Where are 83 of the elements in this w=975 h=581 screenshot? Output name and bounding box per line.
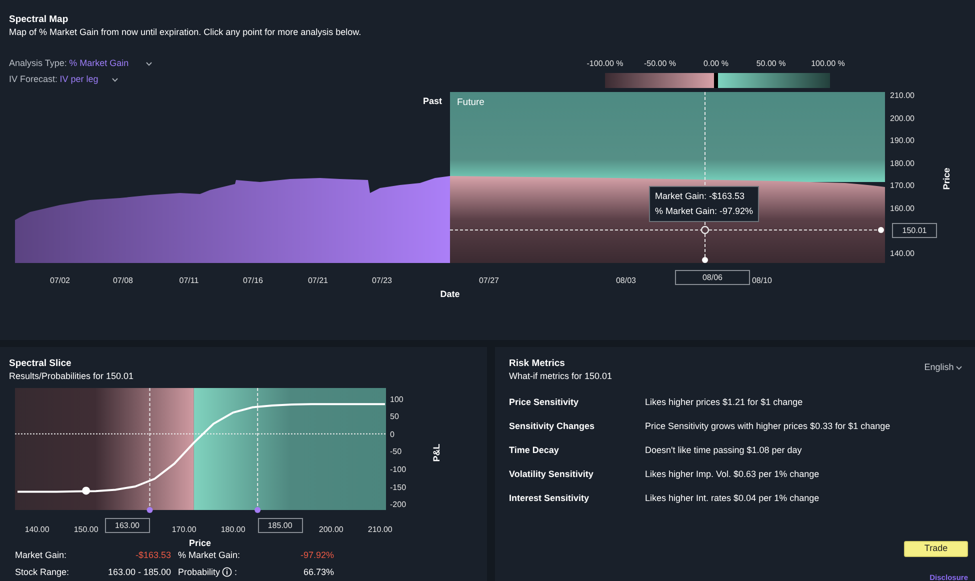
metric-value: Likes higher prices $1.21 for $1 change xyxy=(645,396,803,410)
panel-subtitle: What-if metrics for 150.01 xyxy=(509,370,612,382)
axis-tick: 140.00 xyxy=(24,524,50,536)
axis-tick: 150.00 xyxy=(74,524,98,536)
legend-label: -50.00 % xyxy=(644,58,676,70)
stat-value: -$163.53 xyxy=(134,549,171,562)
metric-value: Price Sensitivity grows with higher prices $0.33 for $1 change xyxy=(645,420,890,434)
axis-tick: 08/03 xyxy=(616,275,636,287)
stat-value: 66.73% xyxy=(302,566,334,578)
axis-tick: 200.00 xyxy=(318,524,344,536)
metric-label: Time Decay xyxy=(509,444,560,458)
axis-tick: 170.00 xyxy=(890,180,914,192)
metric-value: Likes higher Int. rates $0.04 per 1% change xyxy=(645,492,820,506)
axis-tick: 07/21 xyxy=(308,275,328,287)
axis-tick: 200.00 xyxy=(890,112,914,125)
caret-icon xyxy=(956,366,962,370)
axis-tick: 08/10 xyxy=(752,275,772,287)
axis-title: P&L xyxy=(430,444,442,462)
stat-value: -97.92% xyxy=(299,549,334,562)
stat-label: : xyxy=(234,566,238,578)
axis-tick: 100 xyxy=(390,394,404,406)
axis-tick: 07/27 xyxy=(478,275,500,287)
control-label: Analysis Type: xyxy=(9,57,67,70)
metric-label: Price Sensitivity xyxy=(509,396,580,410)
tooltip-text: Market Gain: -$163.53 xyxy=(655,190,746,203)
axis-tick: 160.00 xyxy=(890,203,914,215)
metric-label: Sensitivity Changes xyxy=(509,420,596,434)
axis-tick: 07/16 xyxy=(242,275,264,287)
stat-value: 163.00 - 185.00 xyxy=(106,566,171,578)
legend-label: 100.00 % xyxy=(811,58,845,70)
stat-label: Market Gain: xyxy=(15,549,68,562)
legend-label: 0.00 % xyxy=(704,58,728,70)
panel-subtitle: Results/Probabilities for 150.01 xyxy=(9,370,135,382)
panel-title: Spectral Map xyxy=(9,14,70,26)
axis-tick: 50 xyxy=(390,411,399,424)
panel-title: Risk Metrics xyxy=(509,358,566,370)
legend-label: 50.00 % xyxy=(756,58,786,70)
axis-tick: 170.00 xyxy=(172,524,196,536)
axis-tick: 210.00 xyxy=(890,90,914,102)
dropdown[interactable]: IV per leg xyxy=(60,73,118,87)
chart-label: Past xyxy=(423,95,442,108)
dropdown[interactable]: % Market Gain xyxy=(69,57,152,71)
axis-tick: 190.00 xyxy=(890,135,914,147)
date-value-box: 08/06 xyxy=(675,270,750,285)
axis-tick: -200 xyxy=(390,499,406,512)
trade-button[interactable]: Trade xyxy=(904,541,968,556)
range-value-box: 185.00 xyxy=(258,518,303,533)
caret-icon xyxy=(146,62,152,66)
axis-tick: -150 xyxy=(390,482,406,494)
range-handle[interactable] xyxy=(146,507,153,513)
metric-label: Volatility Sensitivity xyxy=(509,468,594,482)
control-label: IV Forecast: xyxy=(9,73,58,86)
metric-value: Doesn't like time passing $1.08 per day xyxy=(645,444,802,458)
axis-tick: 180.00 xyxy=(220,524,246,536)
marker-dot xyxy=(82,486,90,495)
tooltip-text: % Market Gain: -97.92% xyxy=(655,205,754,218)
axis-tick: 180.00 xyxy=(890,158,914,170)
legend-label: -100.00 % xyxy=(586,58,624,70)
axis-title: Price xyxy=(188,537,212,550)
axis-tick: 140.00 xyxy=(890,248,914,260)
axis-tick: 07/02 xyxy=(50,275,70,287)
axis-tick: 07/08 xyxy=(112,275,134,287)
stat-label: Stock Range: xyxy=(15,566,70,579)
range-value-box: 163.00 xyxy=(104,518,150,533)
axis-tick: 07/11 xyxy=(179,275,199,287)
metric-label: Interest Sensitivity xyxy=(509,492,590,506)
axis-title: Date xyxy=(440,288,460,301)
axis-title: Price xyxy=(940,168,952,190)
axis-tick: -100 xyxy=(390,464,406,476)
range-handle[interactable] xyxy=(254,507,261,513)
axis-tick: 210.00 xyxy=(368,524,392,536)
chart-label: Future xyxy=(457,96,484,110)
axis-tick: 07/23 xyxy=(372,275,392,287)
panel-subtitle: Map of % Market Gain from now until expiration. Click any point for more analysis below. xyxy=(9,26,362,38)
stat-label: % Market Gain: xyxy=(178,549,242,562)
stat-label: Probability xyxy=(178,566,220,579)
caret-icon xyxy=(112,78,118,82)
axis-tick: -50 xyxy=(390,446,402,458)
language-dropdown[interactable]: English xyxy=(924,362,962,374)
metric-value: Likes higher Imp. Vol. $0.63 per 1% change xyxy=(645,468,820,482)
panel-title: Spectral Slice xyxy=(9,358,72,370)
axis-tick: 0 xyxy=(390,428,394,441)
price-value-box: 150.01 xyxy=(892,223,937,238)
